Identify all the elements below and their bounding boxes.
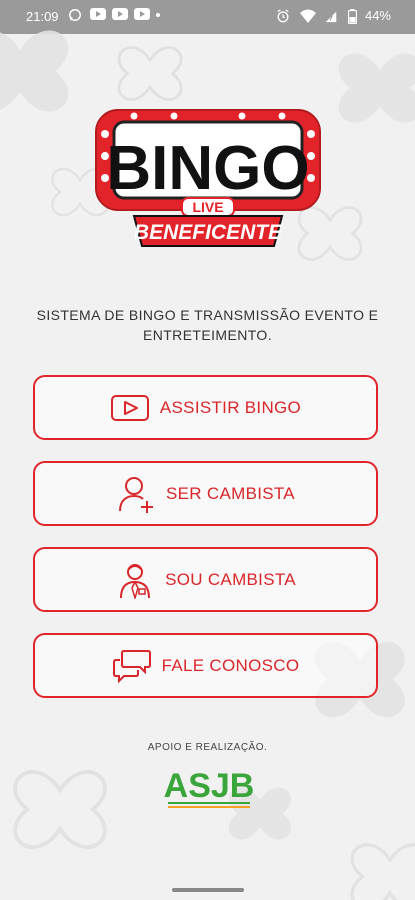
asjb-sponsor-logo: ASJB [164,767,255,808]
person-badge-icon [115,561,155,601]
notification-icons [68,8,160,22]
bingo-live-logo: BINGO LIVE BENEFICENTE [95,109,321,247]
watch-bingo-button[interactable]: ASSISTIR BINGO [33,375,378,440]
logo-badge: LIVE [192,199,223,215]
logo-banner: BENEFICENTE [134,221,283,244]
become-seller-label: SER CAMBISTA [166,483,295,503]
contact-us-button[interactable]: FALE CONOSCO [33,633,378,698]
dot-icon [156,13,160,17]
status-bar: 21:09 44% [0,0,415,32]
i-am-seller-label: SOU CAMBISTA [165,569,296,589]
gesture-nav-handle[interactable] [172,888,244,892]
youtube-icon [112,8,128,22]
status-time: 21:09 [26,9,59,24]
support-label: APOIO E REALIZAÇÃO. [147,742,268,753]
alarm-icon [276,8,292,23]
chat-bubbles-icon [112,647,152,685]
signal-icon [324,9,340,23]
system-icons: 44% [276,8,391,24]
whatsapp-icon [68,8,84,22]
i-am-seller-button[interactable]: SOU CAMBISTA [33,547,378,612]
battery-percent: 44% [364,8,391,23]
add-user-icon [116,475,156,513]
battery-icon [347,8,358,24]
play-icon [110,389,150,427]
logo-word: BINGO [106,134,309,203]
contact-us-label: FALE CONOSCO [161,655,300,675]
youtube-icon [90,8,106,22]
become-seller-button[interactable]: SER CAMBISTA [33,461,378,526]
wifi-icon [299,9,316,23]
youtube-icon [134,8,150,22]
app-tagline: SISTEMA DE BINGO E TRANSMISSÃO EVENTO E … [36,307,379,343]
watch-bingo-label: ASSISTIR BINGO [159,397,302,417]
sponsor-logo-text: ASJB [164,767,255,805]
